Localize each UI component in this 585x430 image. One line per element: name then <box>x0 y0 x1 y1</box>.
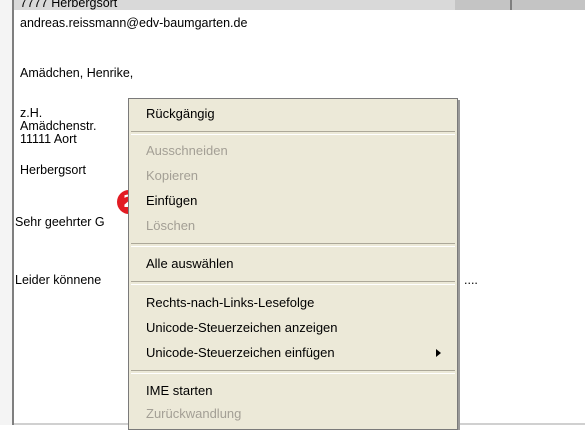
menu-item-insert-unicode-control-char[interactable]: Unicode-Steuerzeichen einfügen <box>129 342 457 364</box>
menu-item-paste[interactable]: Einfügen <box>129 190 457 212</box>
menu-item-open-ime[interactable]: IME starten <box>129 380 457 402</box>
menu-separator <box>131 281 455 285</box>
menu-item-label: Ausschneiden <box>146 143 228 158</box>
letter-line-body: Leider könnene <box>15 273 102 287</box>
menu-item-label: Rechts-nach-Links-Lesefolge <box>146 295 315 310</box>
letter-line-name: Amädchen, Henrike, <box>20 66 134 80</box>
menu-item-label: Löschen <box>146 218 196 233</box>
menu-item-show-unicode-control-chars[interactable]: Unicode-Steuerzeichen anzeigen <box>129 317 457 339</box>
menu-item-copy[interactable]: Kopieren <box>129 165 457 187</box>
menu-item-label: Alle auswählen <box>146 256 234 271</box>
context-menu: Rückgängig Ausschneiden Kopieren Einfüge… <box>128 98 458 430</box>
menu-item-undo[interactable]: Rückgängig <box>129 103 457 125</box>
menu-item-cut[interactable]: Ausschneiden <box>129 140 457 162</box>
letter-line-ellipsis: .... <box>464 273 478 287</box>
window-left-frame <box>0 0 12 425</box>
letter-line-postcode-city: 7777 Herbergsort <box>20 0 118 10</box>
menu-item-select-all[interactable]: Alle auswählen <box>129 253 457 275</box>
menu-separator <box>131 131 455 135</box>
menu-item-label: IME starten <box>146 383 213 398</box>
menu-item-label: Rückgängig <box>146 106 215 121</box>
menu-item-label: Einfügen <box>146 193 198 208</box>
letter-line-street: Amädchenstr. <box>20 119 97 133</box>
menu-separator <box>131 370 455 374</box>
letter-line-attn: z.H. <box>20 106 43 120</box>
menu-separator <box>131 243 455 247</box>
letter-line-city: 11111 Aort <box>20 132 77 146</box>
menu-item-reconversion[interactable]: Zurückwandlung <box>129 403 457 425</box>
menu-item-rtl-reading-order[interactable]: Rechts-nach-Links-Lesefolge <box>129 292 457 314</box>
letter-line-email: andreas.reissmann@edv-baumgarten.de <box>20 16 248 30</box>
menu-item-label: Kopieren <box>146 168 199 183</box>
menu-item-delete[interactable]: Löschen <box>129 215 457 237</box>
menu-item-label: Unicode-Steuerzeichen einfügen <box>146 345 335 360</box>
menu-item-label: Unicode-Steuerzeichen anzeigen <box>146 320 338 335</box>
menu-item-label: Zurückwandlung <box>146 406 242 421</box>
letter-line-place: Herbergsort <box>20 163 86 177</box>
editor-right-border <box>510 0 512 10</box>
submenu-arrow-icon <box>436 349 441 357</box>
letter-line-salutation: Sehr geehrter G <box>15 215 105 229</box>
